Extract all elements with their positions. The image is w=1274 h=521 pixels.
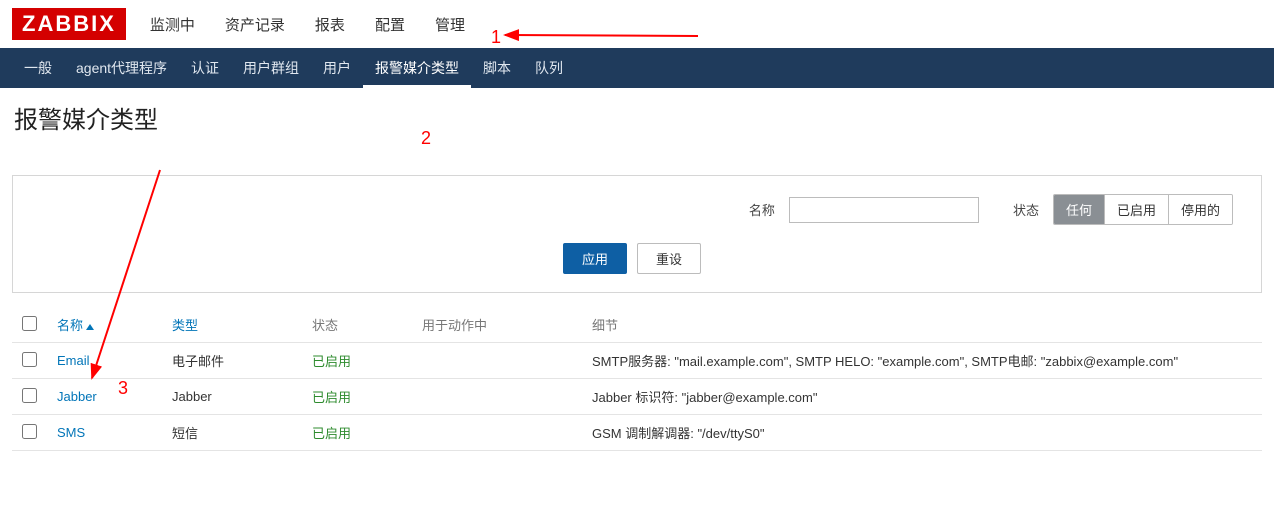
subnav-scripts[interactable]: 脚本: [471, 48, 523, 88]
secondary-nav: 一般 agent代理程序 认证 用户群组 用户 报警媒介类型 脚本 队列: [0, 48, 1274, 88]
media-type: Jabber: [162, 379, 302, 415]
subnav-usergroups[interactable]: 用户群组: [231, 48, 311, 88]
logo: ZABBIX: [12, 8, 126, 40]
subnav-general[interactable]: 一般: [12, 48, 64, 88]
media-used: [412, 379, 582, 415]
filter-status-label: 状态: [1013, 200, 1039, 219]
reset-button[interactable]: 重设: [637, 243, 701, 274]
table-row: Jabber Jabber 已启用 Jabber 标识符: "jabber@ex…: [12, 379, 1262, 415]
subnav-auth[interactable]: 认证: [179, 48, 231, 88]
filter-name-label: 名称: [749, 200, 775, 219]
media-type: 短信: [162, 415, 302, 451]
row-checkbox[interactable]: [22, 352, 37, 367]
media-details: SMTP服务器: "mail.example.com", SMTP HELO: …: [582, 343, 1262, 379]
subnav-users[interactable]: 用户: [311, 48, 363, 88]
status-toggle-link[interactable]: 已启用: [312, 390, 351, 405]
nav-inventory[interactable]: 资产记录: [219, 10, 291, 39]
media-used: [412, 343, 582, 379]
media-details: GSM 调制解调器: "/dev/ttyS0": [582, 415, 1262, 451]
nav-monitor[interactable]: 监测中: [144, 10, 201, 39]
row-checkbox[interactable]: [22, 424, 37, 439]
filter-name-input[interactable]: [789, 197, 979, 223]
status-toggle-link[interactable]: 已启用: [312, 354, 351, 369]
col-name-label: 名称: [57, 318, 83, 333]
row-checkbox[interactable]: [22, 388, 37, 403]
media-name-link[interactable]: Email: [57, 353, 90, 368]
filter-panel: 名称 状态 任何 已启用 停用的 应用 重设: [12, 175, 1262, 293]
media-name-link[interactable]: Jabber: [57, 389, 97, 404]
table-row: SMS 短信 已启用 GSM 调制解调器: "/dev/ttyS0": [12, 415, 1262, 451]
media-used: [412, 415, 582, 451]
table-header-row: 名称 类型 状态 用于动作中 细节: [12, 307, 1262, 343]
col-used: 用于动作中: [412, 307, 582, 343]
toggle-disabled[interactable]: 停用的: [1168, 195, 1232, 224]
subnav-queue[interactable]: 队列: [523, 48, 575, 88]
subnav-proxy[interactable]: agent代理程序: [64, 48, 179, 88]
col-details: 细节: [582, 307, 1262, 343]
toggle-enabled[interactable]: 已启用: [1104, 195, 1168, 224]
media-type: 电子邮件: [162, 343, 302, 379]
top-header: ZABBIX 监测中 资产记录 报表 配置 管理: [0, 0, 1274, 48]
nav-admin[interactable]: 管理: [429, 10, 471, 39]
col-type[interactable]: 类型: [162, 307, 302, 343]
select-all-checkbox[interactable]: [22, 316, 37, 331]
sort-asc-icon: [86, 324, 94, 330]
media-types-table: 名称 类型 状态 用于动作中 细节 Email 电子邮件 已启用 SMTP服务器…: [12, 307, 1262, 451]
subnav-mediatypes[interactable]: 报警媒介类型: [363, 48, 471, 88]
page-title: 报警媒介类型: [0, 88, 1274, 147]
status-toggle-link[interactable]: 已启用: [312, 426, 351, 441]
toggle-any[interactable]: 任何: [1054, 195, 1104, 224]
apply-button[interactable]: 应用: [563, 243, 627, 274]
table-row: Email 电子邮件 已启用 SMTP服务器: "mail.example.co…: [12, 343, 1262, 379]
col-status: 状态: [302, 307, 412, 343]
media-details: Jabber 标识符: "jabber@example.com": [582, 379, 1262, 415]
status-toggle-group: 任何 已启用 停用的: [1053, 194, 1233, 225]
filter-row: 名称 状态 任何 已启用 停用的: [31, 194, 1233, 225]
filter-actions: 应用 重设: [31, 243, 1233, 274]
nav-config[interactable]: 配置: [369, 10, 411, 39]
primary-nav: 监测中 资产记录 报表 配置 管理: [144, 10, 471, 39]
col-name[interactable]: 名称: [47, 307, 162, 343]
media-name-link[interactable]: SMS: [57, 425, 85, 440]
nav-reports[interactable]: 报表: [309, 10, 351, 39]
